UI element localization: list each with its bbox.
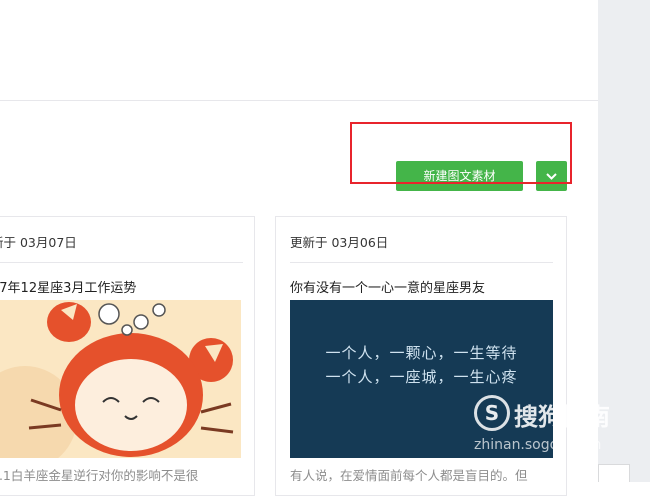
card-divider — [290, 262, 553, 263]
cover-text-line: 一个人，一座城，一生心疼 — [325, 368, 518, 386]
card-digest: 有人说，在爱情面前每个人都是盲目的。但 — [290, 468, 528, 483]
article-card[interactable]: 更新于 03月06日 你有没有一个一心一意的星座男友 一个人，一颗心，一生等待 … — [275, 216, 567, 496]
top-panel — [0, 0, 598, 101]
card-title[interactable]: 17年12星座3月工作运势 — [0, 277, 136, 296]
card-divider — [0, 262, 243, 263]
crab-character-illustration — [0, 300, 241, 458]
card-title[interactable]: 你有没有一个一心一意的星座男友 — [290, 277, 485, 296]
highlight-annotation-box — [350, 122, 572, 184]
card-updated-date: 更新于 03月06日 — [290, 235, 389, 250]
card-updated-date: 新于 03月07日 — [0, 235, 77, 250]
right-gutter — [598, 0, 650, 482]
card-digest: 1.1白羊座金星逆行对你的影响不是很 — [0, 468, 199, 483]
card-cover-image[interactable]: 一个人，一颗心，一生等待 一个人，一座城，一生心疼 — [290, 300, 553, 458]
cover-text-line: 一个人，一颗心，一生等待 — [325, 344, 518, 362]
card-cover-image[interactable] — [0, 300, 241, 458]
article-card[interactable]: 新于 03月07日 17年12星座3月工作运势 — [0, 216, 255, 496]
scroll-corner[interactable] — [598, 464, 630, 482]
